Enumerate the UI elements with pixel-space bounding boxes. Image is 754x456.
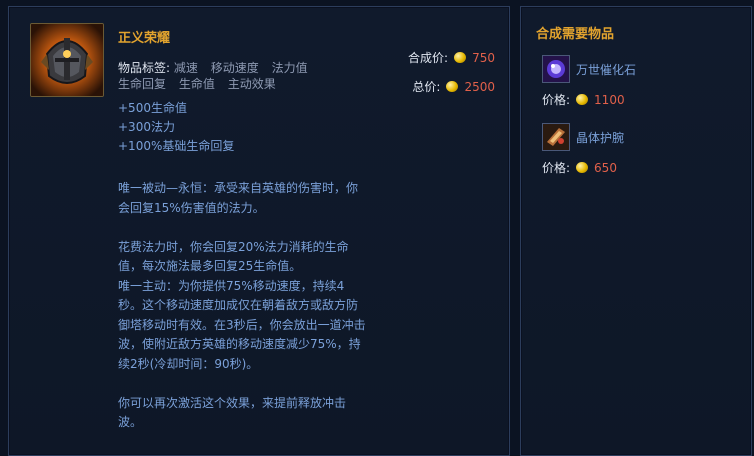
component-name[interactable]: 晶体护腕: [576, 129, 624, 146]
passive-text: 唯一被动—永恒：承受来自英雄的伤害时，你会回复15%伤害值的法力。: [118, 181, 359, 215]
gold-coin-icon: [454, 52, 467, 63]
component-price: 价格: 650: [542, 159, 617, 176]
component-price-value: 1100: [594, 92, 625, 107]
stat-mana: +300法力: [118, 120, 175, 134]
item-detail-panel: 正义荣耀 物品标签: 减速 移动速度 法力值 生命回复 生命值 主动效果 +50…: [8, 6, 510, 456]
item-tags: 物品标签: 减速 移动速度 法力值 生命回复 生命值 主动效果: [118, 60, 348, 92]
total-price-value: 2500: [464, 79, 495, 94]
component-price-label: 价格:: [542, 93, 571, 107]
mana-heal-text: 花费法力时，你会回复20%法力消耗的生命值，每次施法最多回复25生命值。: [118, 239, 349, 274]
combine-price-row: 合成价: 750: [408, 49, 495, 66]
tag-slow: 减速: [173, 61, 198, 75]
component-price: 价格: 1100: [542, 91, 625, 108]
crystal-bracer-icon: [543, 124, 569, 150]
tag-active: 主动效果: [227, 77, 276, 91]
components-title: 合成需要物品: [536, 27, 615, 42]
active-text: 唯一主动：为你提供75%移动速度，持续4秒。这个移动速度加成仅在朝着敌方或敌方防…: [118, 278, 366, 371]
tag-health-regen: 生命回复: [118, 77, 167, 91]
catalyst-icon[interactable]: [542, 55, 570, 83]
gold-coin-icon: [446, 81, 459, 92]
tag-health: 生命值: [178, 77, 215, 91]
gold-coin-icon: [576, 94, 589, 105]
helmet-icon: [31, 24, 103, 96]
item-icon[interactable]: [30, 23, 104, 97]
item-name: 正义荣耀: [118, 31, 171, 46]
combine-price-value: 750: [472, 50, 495, 65]
bracer-icon[interactable]: [542, 123, 570, 151]
total-price-row: 总价: 2500: [412, 78, 495, 95]
tag-mana: 法力值: [271, 61, 308, 75]
catalyst-gem-icon: [543, 56, 569, 82]
total-price-label: 总价:: [412, 80, 441, 94]
component-price-label: 价格:: [542, 161, 571, 175]
gold-coin-icon: [576, 162, 589, 173]
item-stats: +500生命值 +300法力 +100%基础生命回复: [118, 99, 234, 156]
stat-health-regen: +100%基础生命回复: [118, 139, 235, 153]
combine-price-label: 合成价:: [408, 51, 449, 65]
components-panel: 合成需要物品 万世催化石 价格: 1100 晶体护腕 价格: 650: [520, 6, 752, 456]
reactivate-text: 你可以再次激活这个效果，来提前释放冲击波。: [118, 395, 347, 430]
tags-label: 物品标签:: [118, 61, 171, 75]
component-price-value: 650: [594, 160, 617, 175]
item-description: 唯一被动—永恒：承受来自英雄的伤害时，你会回复15%伤害值的法力。 花费法力时，…: [118, 179, 368, 433]
tag-move-speed: 移动速度: [210, 61, 259, 75]
component-name[interactable]: 万世催化石: [576, 61, 636, 78]
stat-health: +500生命值: [118, 101, 187, 115]
